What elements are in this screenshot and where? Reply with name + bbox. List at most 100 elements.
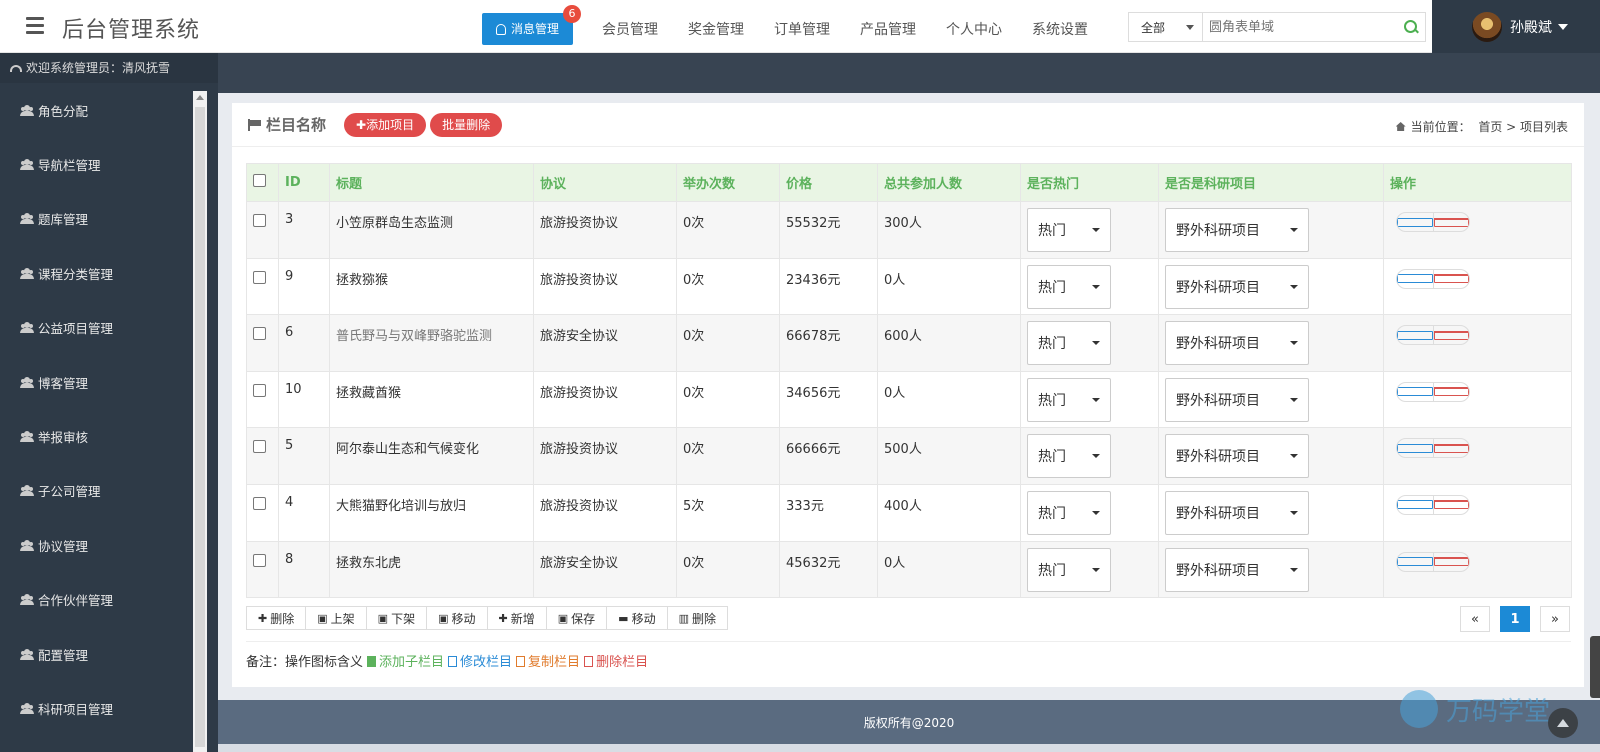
sidebar-scrollbar[interactable] bbox=[193, 91, 207, 752]
save-icon: ▣ bbox=[317, 611, 328, 625]
sidebar-item-navbar[interactable]: 导航栏管理 bbox=[0, 137, 193, 191]
sidebar-item-research[interactable]: 科研项目管理 bbox=[0, 681, 193, 735]
row-actions bbox=[1396, 325, 1470, 346]
edit-button[interactable] bbox=[1397, 213, 1433, 231]
sidebar-item-course-category[interactable]: 课程分类管理 bbox=[0, 246, 193, 300]
toolbar-add-button[interactable]: ✚ 新增 bbox=[486, 607, 546, 629]
cell-times: 0次 bbox=[676, 427, 780, 485]
search-icon[interactable] bbox=[1395, 13, 1425, 41]
sidebar-item-charity[interactable]: 公益项目管理 bbox=[0, 301, 193, 355]
toolbar-delete-button-2[interactable]: ▥ 删除 bbox=[666, 607, 727, 629]
search-input[interactable] bbox=[1203, 13, 1395, 41]
row-checkbox[interactable] bbox=[253, 440, 266, 454]
cell-people: 0人 bbox=[877, 257, 1021, 316]
sidebar-item-partners[interactable]: 合作伙伴管理 bbox=[0, 573, 193, 627]
sidebar-item-blog[interactable]: 博客管理 bbox=[0, 355, 193, 409]
breadcrumb-path[interactable]: 首页 > 项目列表 bbox=[1478, 118, 1568, 135]
column-header: 总共参加人数 bbox=[877, 163, 1021, 202]
side-widget-handle[interactable] bbox=[1590, 636, 1600, 698]
toolbar-publish-button[interactable]: ▣ 上架 bbox=[305, 607, 365, 629]
research-select[interactable]: 野外科研项目 bbox=[1165, 434, 1309, 479]
hot-select[interactable]: 热门 bbox=[1027, 434, 1111, 479]
caret-down-icon bbox=[1290, 284, 1298, 289]
message-manage-label: 消息管理 bbox=[511, 22, 560, 36]
scroll-up-icon[interactable] bbox=[196, 95, 204, 100]
row-checkbox[interactable] bbox=[253, 327, 266, 341]
select-all-checkbox[interactable] bbox=[253, 174, 266, 187]
hot-select[interactable]: 热门 bbox=[1027, 377, 1111, 422]
edit-button[interactable] bbox=[1397, 270, 1433, 288]
pager-next[interactable]: » bbox=[1540, 606, 1570, 632]
menu-toggle-icon[interactable] bbox=[26, 17, 44, 34]
nav-settings[interactable]: 系统设置 bbox=[1017, 19, 1103, 39]
row-checkbox[interactable] bbox=[253, 214, 266, 227]
user-menu[interactable]: 孙殿斌 bbox=[1432, 0, 1600, 53]
toolbar-move-button-2[interactable]: ▬ 移动 bbox=[606, 607, 666, 629]
column-header: 操作 bbox=[1383, 163, 1572, 202]
note-label: 备注：操作图标含义 bbox=[246, 655, 364, 670]
scrollbar-thumb[interactable] bbox=[195, 107, 205, 747]
delete-button[interactable] bbox=[1433, 495, 1469, 514]
hot-select[interactable]: 热门 bbox=[1027, 208, 1111, 252]
cell-people: 400人 bbox=[877, 483, 1021, 542]
row-checkbox[interactable] bbox=[253, 383, 266, 397]
edit-button[interactable] bbox=[1397, 326, 1433, 344]
edit-button[interactable] bbox=[1397, 439, 1433, 457]
search-scope-select[interactable]: 全部 bbox=[1129, 13, 1203, 41]
batch-delete-button[interactable]: 批量删除 bbox=[430, 112, 503, 137]
nav-profile[interactable]: 个人中心 bbox=[931, 19, 1017, 39]
edit-button[interactable] bbox=[1397, 383, 1433, 401]
sidebar-item-config[interactable]: 配置管理 bbox=[0, 627, 193, 681]
save-icon: ▣ bbox=[557, 611, 569, 625]
row-checkbox[interactable] bbox=[253, 496, 266, 510]
research-select[interactable]: 野外科研项目 bbox=[1165, 264, 1309, 309]
caret-down-icon bbox=[1290, 454, 1298, 459]
message-manage-button[interactable]: 消息管理 6 bbox=[482, 5, 582, 45]
row-checkbox[interactable] bbox=[253, 270, 266, 284]
sidebar-item-roles[interactable]: 角色分配 bbox=[0, 83, 193, 137]
legend-delete: 删除栏目 bbox=[584, 651, 648, 670]
hot-select[interactable]: 热门 bbox=[1027, 547, 1111, 592]
pager-page-current[interactable]: 1 bbox=[1500, 606, 1530, 632]
research-select[interactable]: 野外科研项目 bbox=[1165, 321, 1309, 366]
nav-bonus[interactable]: 奖金管理 bbox=[673, 19, 759, 39]
delete-button[interactable] bbox=[1433, 552, 1469, 571]
select-all-cell bbox=[246, 163, 279, 202]
caret-down-icon bbox=[1092, 284, 1100, 289]
trash-icon: ▥ bbox=[678, 611, 689, 625]
cell-protocol: 旅游投资协议 bbox=[533, 427, 677, 485]
sidebar-item-subsidiary[interactable]: 子公司管理 bbox=[0, 464, 193, 518]
hot-select[interactable]: 热门 bbox=[1027, 264, 1111, 309]
cell-protocol: 旅游投资协议 bbox=[533, 257, 677, 316]
edit-button[interactable] bbox=[1397, 496, 1433, 514]
research-select[interactable]: 野外科研项目 bbox=[1165, 377, 1309, 422]
hot-select[interactable]: 热门 bbox=[1027, 321, 1111, 366]
pager-prev[interactable]: « bbox=[1460, 606, 1490, 632]
sidebar-item-question-bank[interactable]: 题库管理 bbox=[0, 192, 193, 246]
delete-button[interactable] bbox=[1433, 439, 1469, 458]
add-project-button[interactable]: ✚添加项目 bbox=[344, 112, 427, 137]
project-table-wrap: ID 标题 协议 举办次数 价格 总共参加人数 是否热门 是否是科研项目 操作 bbox=[246, 163, 1572, 599]
edit-icon bbox=[1397, 217, 1433, 227]
sidebar-item-protocol[interactable]: 协议管理 bbox=[0, 518, 193, 572]
toolbar-move-button[interactable]: ▣ 移动 bbox=[426, 607, 486, 629]
hot-select[interactable]: 热门 bbox=[1027, 490, 1111, 535]
row-checkbox[interactable] bbox=[253, 553, 266, 567]
research-select[interactable]: 野外科研项目 bbox=[1165, 490, 1309, 535]
edit-button[interactable] bbox=[1397, 553, 1433, 571]
delete-button[interactable] bbox=[1433, 326, 1469, 345]
delete-button[interactable] bbox=[1433, 213, 1469, 231]
delete-button[interactable] bbox=[1433, 269, 1469, 288]
toolbar-delete-button[interactable]: ✚ 删除 bbox=[247, 607, 305, 629]
nav-products[interactable]: 产品管理 bbox=[845, 19, 931, 39]
column-header: 协议 bbox=[533, 163, 677, 202]
nav-member[interactable]: 会员管理 bbox=[587, 19, 673, 39]
toolbar-save-button[interactable]: ▣ 保存 bbox=[545, 607, 606, 629]
delete-button[interactable] bbox=[1433, 382, 1469, 401]
sidebar-item-report-review[interactable]: 举报审核 bbox=[0, 409, 193, 463]
research-select[interactable]: 野外科研项目 bbox=[1165, 208, 1309, 252]
back-to-top-button[interactable] bbox=[1548, 708, 1578, 738]
nav-orders[interactable]: 订单管理 bbox=[759, 19, 845, 39]
toolbar-unpublish-button[interactable]: ▣ 下架 bbox=[365, 607, 426, 629]
research-select[interactable]: 野外科研项目 bbox=[1165, 547, 1309, 592]
